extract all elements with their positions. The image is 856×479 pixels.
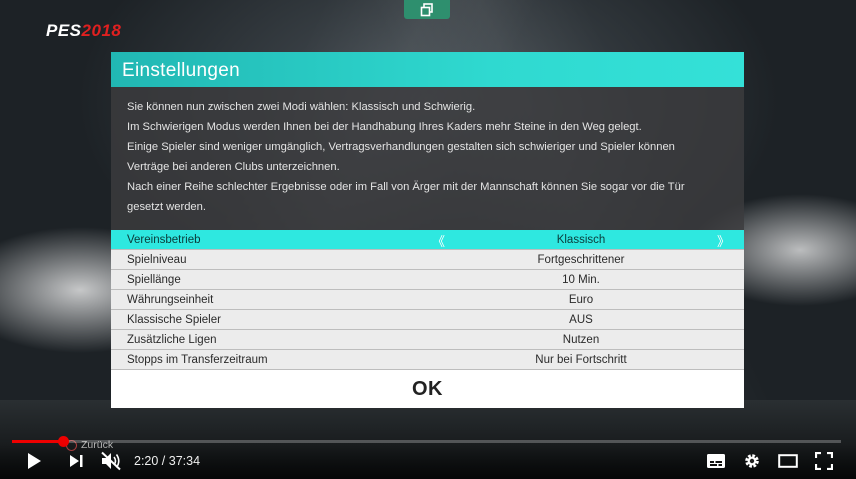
settings-dialog: Einstellungen Sie können nun zwischen zw… bbox=[111, 52, 744, 408]
setting-row-spielniveau[interactable]: Spielniveau Fortgeschrittener bbox=[111, 250, 744, 270]
next-icon bbox=[70, 455, 83, 467]
game-background: PES2018 Einstellungen Sie können nun zwi… bbox=[0, 0, 856, 479]
setting-label: Vereinsbetrieb bbox=[127, 233, 201, 246]
description-line: Sie können nun zwischen zwei Modi wählen… bbox=[127, 101, 476, 113]
setting-label: Klassische Spieler bbox=[127, 313, 221, 326]
description-line: Im Schwierigen Modus werden Ihnen bei de… bbox=[127, 121, 642, 133]
setting-label: Zusätzliche Ligen bbox=[127, 333, 217, 346]
gear-icon bbox=[745, 454, 759, 468]
setting-value: Klassisch bbox=[556, 233, 606, 246]
dialog-description: Sie können nun zwischen zwei Modi wählen… bbox=[111, 87, 744, 230]
dialog-title: Einstellungen bbox=[111, 52, 744, 87]
share-button[interactable] bbox=[404, 0, 450, 19]
logo-text-pes: PES bbox=[46, 21, 82, 40]
setting-label: Spiellänge bbox=[127, 273, 181, 286]
mute-button[interactable] bbox=[99, 450, 123, 472]
arrow-right-icon[interactable]: 》 bbox=[717, 231, 730, 250]
play-button[interactable] bbox=[22, 450, 46, 472]
next-button[interactable] bbox=[64, 450, 88, 472]
video-progress-bar[interactable] bbox=[12, 436, 841, 447]
setting-value: Fortgeschrittener bbox=[537, 253, 625, 266]
logo-text-year: 2018 bbox=[81, 21, 122, 40]
volume-muted-icon bbox=[101, 451, 121, 471]
setting-value: AUS bbox=[569, 313, 593, 326]
setting-row-zusaetzliche-ligen[interactable]: Zusätzliche Ligen Nutzen bbox=[111, 330, 744, 350]
setting-row-klassische-spieler[interactable]: Klassische Spieler AUS bbox=[111, 310, 744, 330]
theater-mode-button[interactable] bbox=[776, 450, 800, 472]
setting-value: 10 Min. bbox=[562, 273, 600, 286]
copy-icon bbox=[420, 2, 433, 16]
setting-row-waehrungseinheit[interactable]: Währungseinheit Euro bbox=[111, 290, 744, 310]
fullscreen-icon bbox=[815, 452, 833, 470]
setting-label: Stopps im Transferzeitraum bbox=[127, 353, 268, 366]
ok-button[interactable]: OK bbox=[111, 370, 744, 408]
theater-mode-icon bbox=[778, 454, 798, 468]
progress-played bbox=[12, 440, 64, 443]
subtitles-button[interactable] bbox=[704, 450, 728, 472]
setting-value: Nutzen bbox=[562, 333, 600, 346]
subtitles-icon bbox=[707, 454, 725, 468]
play-icon bbox=[28, 453, 41, 469]
description-line: Verträge bei anderen Clubs unterzeichnen… bbox=[127, 161, 340, 173]
description-line: Einige Spieler sind weniger umgänglich, … bbox=[127, 141, 675, 153]
time-display: 2:20 / 37:34 bbox=[134, 454, 201, 468]
setting-row-vereinsbetrieb[interactable]: Vereinsbetrieb 《 Klassisch 》 bbox=[111, 230, 744, 250]
setting-row-spiellaenge[interactable]: Spiellänge 10 Min. bbox=[111, 270, 744, 290]
description-line: gesetzt werden. bbox=[127, 201, 206, 213]
player-controls: 2:20 / 37:34 bbox=[0, 444, 856, 479]
setting-label: Währungseinheit bbox=[127, 293, 214, 306]
setting-value: Euro bbox=[568, 293, 594, 306]
setting-row-stopps-transferzeitraum[interactable]: Stopps im Transferzeitraum Nur bei Forts… bbox=[111, 350, 744, 370]
settings-list: Vereinsbetrieb 《 Klassisch 》 Spielniveau… bbox=[111, 230, 744, 370]
setting-value: Nur bei Fortschritt bbox=[535, 353, 627, 366]
setting-label: Spielniveau bbox=[127, 253, 187, 266]
settings-button[interactable] bbox=[740, 450, 764, 472]
pes-logo: PES2018 bbox=[46, 21, 121, 41]
fullscreen-button[interactable] bbox=[812, 450, 836, 472]
description-line: Nach einer Reihe schlechter Ergebnisse o… bbox=[127, 181, 685, 193]
